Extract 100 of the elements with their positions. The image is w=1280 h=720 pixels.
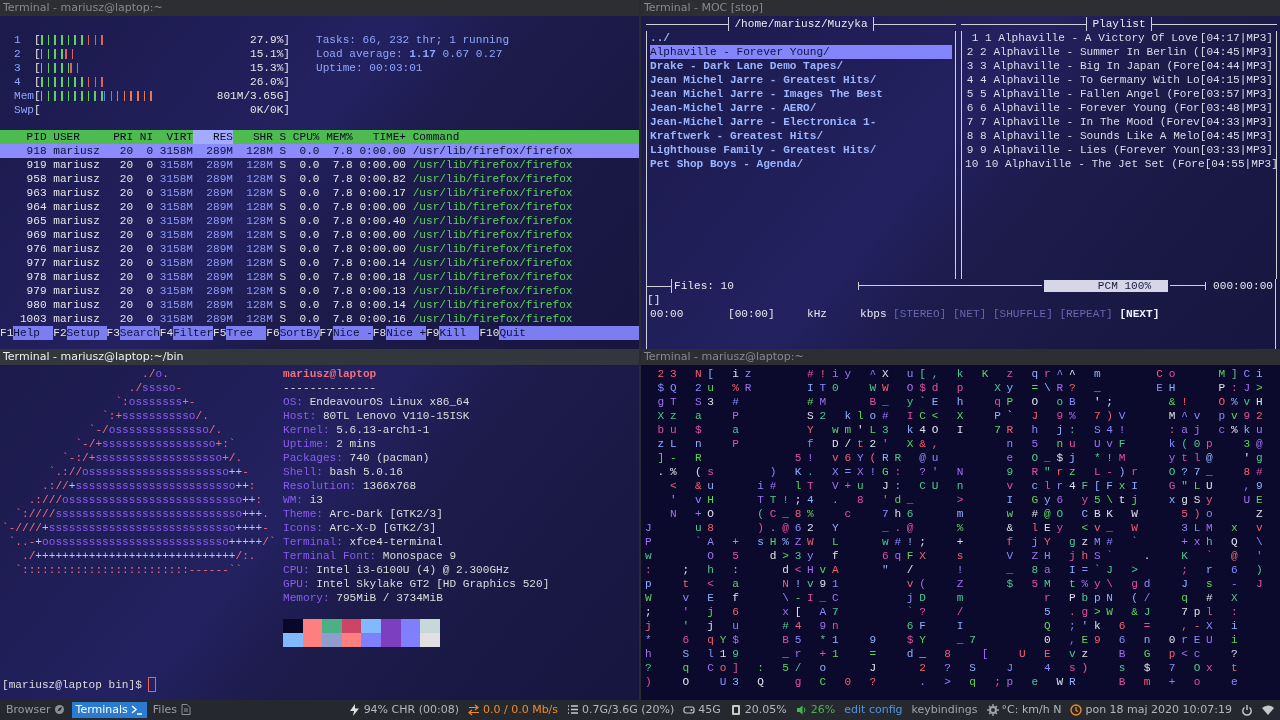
table-cell-text: mariusz	[53, 214, 101, 228]
file-item[interactable]: ../	[650, 32, 670, 44]
info-key: Theme:	[283, 507, 323, 521]
key-hint: F7	[319, 326, 333, 340]
column-header[interactable]: SHR	[232, 130, 273, 144]
column-header[interactable]: NI	[133, 130, 154, 144]
table-cell-text: 977	[25, 256, 47, 270]
file-item[interactable]: Drake - Dark Lane Demo Tapes/	[650, 60, 844, 72]
table-row[interactable]: 977 mariusz 20 0 3158M 289M 128M S 0.0 7.8 0:00.14 /usr/lib/firefox/firefox	[0, 256, 639, 270]
table-cell-text: S	[278, 228, 287, 242]
playlist-item[interactable]: 7 7 Alphaville - In The Mood (Forev[04:33|MP3]	[965, 115, 1273, 129]
function-button[interactable]: Kill	[439, 326, 480, 340]
table-row[interactable]: 978 mariusz 20 0 3158M 289M 128M S 0.0 7.8 0:00.18 /usr/lib/firefox/firefox	[0, 270, 639, 284]
table-row[interactable]: 958 mariusz 20 0 3158M 289M 128M S 0.0 7.8 0:00.82 /usr/lib/firefox/firefox	[0, 172, 639, 186]
table-cell-text: S	[278, 158, 287, 172]
playlist-item[interactable]: 4 4 Alphaville - To Germany With Lo[04:15|MP3]	[965, 73, 1273, 87]
function-button[interactable]: Setup	[66, 326, 107, 340]
playlist-item[interactable]: 8 8 Alphaville - Sounds Like A Melo[04:45|MP3]	[965, 129, 1273, 143]
table-cell-text: 128M	[245, 158, 273, 172]
meter-label: 4	[14, 75, 22, 89]
config-link[interactable]: edit config	[844, 701, 903, 719]
function-button[interactable]: Search	[119, 326, 160, 340]
status-text: 0.0 / 0.0 Mb/s	[482, 701, 559, 718]
playlist-item[interactable]: 6 6 Alphaville - Forever Young (For[03:48|MP3]	[965, 101, 1273, 115]
column-header[interactable]: VIRT	[153, 130, 194, 144]
function-button[interactable]: Filter	[173, 326, 214, 340]
meter-label: Mem	[14, 89, 34, 103]
table-cell-text: 0	[145, 186, 154, 200]
file-item[interactable]: Jean Michel Jarre - Greatest Hits/	[650, 74, 877, 86]
workspace-tab[interactable]: Terminals	[71, 702, 147, 718]
column-header[interactable]: PID	[0, 130, 47, 144]
table-cell-text: 0	[145, 228, 154, 242]
column-header[interactable]: RES	[193, 130, 233, 144]
info-key: Terminal:	[283, 535, 343, 549]
key-hint: F1	[0, 326, 14, 340]
column-header[interactable]: CPU%	[286, 130, 320, 144]
status-text: 20.05%	[744, 701, 787, 718]
playlist-item[interactable]: 9 9 Alphaville - Lies (Forever Youn[03:33|MP3]	[965, 143, 1273, 157]
playlist-item[interactable]: 3 3 Alphaville - Big In Japan (Fore[04:44|MP3]	[965, 59, 1273, 73]
playlist-item[interactable]: 2 2 Alphaville - Summer In Berlin ([04:45|MP3]	[965, 45, 1273, 59]
table-cell-text: 289M	[205, 144, 233, 158]
table-row[interactable]: 965 mariusz 20 0 3158M 289M 128M S 0.0 7.8 0:00.40 /usr/lib/firefox/firefox	[0, 214, 639, 228]
table-row[interactable]: 976 mariusz 20 0 3158M 289M 128M S 0.0 7.8 0:00.00 /usr/lib/firefox/firefox	[0, 242, 639, 256]
table-row[interactable]: 918 mariusz 20 0 3158M 289M 128M S 0.0 7.8 0:00.00 /usr/lib/firefox/firefox	[0, 144, 639, 158]
table-cell-text: 3158M	[158, 200, 194, 214]
table-cell-text: S	[278, 298, 287, 312]
table-row[interactable]: 1003 mariusz 20 0 3158M 289M 128M S 0.0 7.8 0:00.16 /usr/lib/firefox/firefox	[0, 312, 639, 326]
summary-text: Tasks: 66, 232 thr; 1 running	[316, 33, 510, 47]
function-button[interactable]: Quit	[499, 326, 639, 340]
wifi-icon	[1262, 704, 1274, 716]
compass-icon	[53, 704, 66, 716]
table-cell-text: 964	[25, 200, 47, 214]
table-row[interactable]: 980 mariusz 20 0 3158M 289M 128M S 0.0 7.8 0:00.14 /usr/lib/firefox/firefox	[0, 298, 639, 312]
function-button[interactable]: SortBy	[279, 326, 320, 340]
table-cell-text: S	[278, 144, 287, 158]
file-item[interactable]: Pet Shop Boys - Agenda/	[650, 158, 804, 170]
table-cell-text: 7.8	[331, 200, 353, 214]
text-cursor	[148, 677, 157, 692]
drive-icon	[683, 704, 696, 716]
info-value: 80TL Lenovo V110-15ISK	[322, 409, 470, 423]
playlist-item[interactable]: 5 5 Alphaville - Fallen Angel (Fore[03:57|MP3]	[965, 87, 1273, 101]
table-cell-text: 20	[118, 242, 134, 256]
table-cell-text: 0:00.00	[358, 242, 407, 256]
table-cell-text: 3158M	[158, 242, 194, 256]
key-hint: F4	[159, 326, 174, 340]
table-cell-text: 7.8	[331, 312, 353, 326]
file-item[interactable]: Jean-Michel Jarre - AERO/	[650, 102, 817, 114]
summary-text: Load average: 1.17 0.67 0.27	[316, 47, 504, 61]
table-cell-text: 289M	[205, 172, 233, 186]
file-item[interactable]: Alphaville - Forever Young/	[650, 45, 952, 59]
column-header[interactable]: TIME+	[352, 130, 407, 144]
table-cell-text: 0	[145, 312, 154, 326]
column-header[interactable]: Command	[412, 130, 639, 144]
function-button[interactable]: Nice +	[386, 326, 427, 340]
function-button[interactable]: Nice -	[332, 326, 373, 340]
table-row[interactable]: 964 mariusz 20 0 3158M 289M 128M S 0.0 7.8 0:00.00 /usr/lib/firefox/firefox	[0, 200, 639, 214]
function-button[interactable]: Help	[13, 326, 54, 340]
playlist-item[interactable]: 1 1 Alphaville - A Victory Of Love[04:17|MP3]	[965, 31, 1273, 45]
table-cell-text: /usr/lib/firefox/firefox	[412, 214, 574, 228]
file-item[interactable]: Jean Michel Jarre - Images The Best	[650, 88, 883, 100]
table-cell-text: 0	[145, 200, 154, 214]
table-row[interactable]: 963 mariusz 20 0 3158M 289M 128M S 0.0 7.8 0:00.17 /usr/lib/firefox/firefox	[0, 186, 639, 200]
table-cell-text: 289M	[205, 214, 233, 228]
file-item[interactable]: Kraftwerk - Greatest Hits/	[650, 130, 824, 142]
table-row[interactable]: 969 mariusz 20 0 3158M 289M 128M S 0.0 7.8 0:00.00 /usr/lib/firefox/firefox	[0, 228, 639, 242]
table-cell-text: 965	[25, 214, 47, 228]
table-row[interactable]: 919 mariusz 20 0 3158M 289M 128M S 0.0 7.8 0:00.00 /usr/lib/firefox/firefox	[0, 158, 639, 172]
ascii-art-line: `:+sssssssssso/.	[101, 409, 210, 423]
file-item[interactable]: Lighthouse Family - Greatest Hits/	[650, 144, 877, 156]
workspace-tab[interactable]: Files	[148, 702, 196, 718]
table-cell-text: 289M	[205, 284, 233, 298]
column-header[interactable]: S	[272, 130, 287, 144]
column-header[interactable]: USER	[53, 130, 107, 144]
table-cell-text: 0:00.00	[358, 158, 407, 172]
function-button[interactable]: Tree	[226, 326, 267, 340]
column-header[interactable]: MEM%	[319, 130, 353, 144]
workspace-tab[interactable]: Browser	[2, 702, 70, 718]
column-header[interactable]: PRI	[106, 130, 134, 144]
file-item[interactable]: Jean-Michel Jarre - Electronica 1-	[650, 116, 877, 128]
table-row[interactable]: 979 mariusz 20 0 3158M 289M 128M S 0.0 7.8 0:00.13 /usr/lib/firefox/firefox	[0, 284, 639, 298]
